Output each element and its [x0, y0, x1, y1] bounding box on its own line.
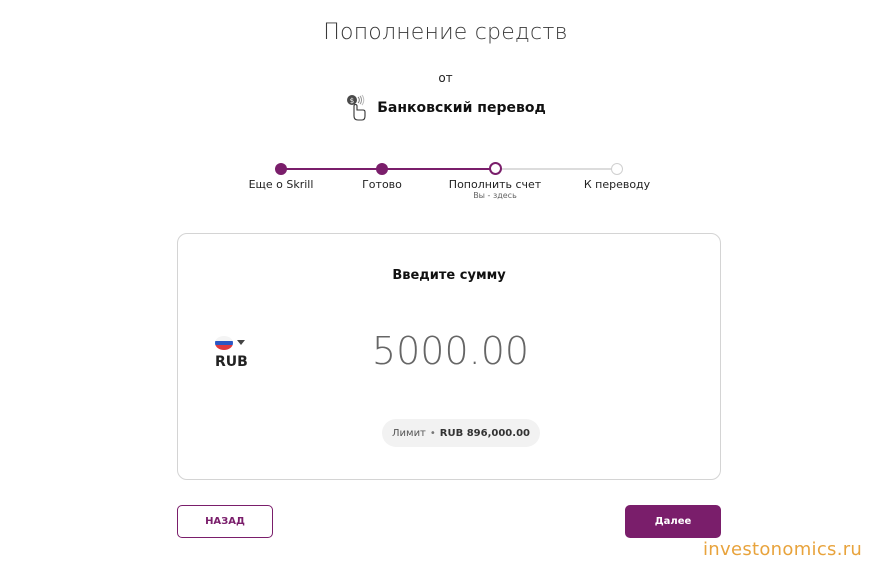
step-label-ready: Готово: [362, 178, 402, 191]
russia-flag-icon: [215, 336, 233, 350]
currency-code: RUB: [215, 354, 248, 370]
step-dot-2: [376, 163, 388, 175]
step-label-about-skrill: Еще о Skrill: [248, 178, 314, 191]
step-dot-4: [611, 163, 623, 175]
page-title: Пополнение средств: [323, 20, 568, 45]
step-label-top-up: Пополнить счет: [448, 178, 542, 191]
from-label: от: [438, 71, 453, 85]
card-title: Введите сумму: [392, 268, 506, 283]
limit-value: RUB 896,000.00: [439, 427, 530, 439]
limit-label: Лимит: [392, 427, 426, 439]
step-dot-1: [275, 163, 287, 175]
watermark: investonomics.ru: [703, 539, 863, 560]
payment-method: $ Банковский перевод: [0, 94, 891, 122]
payment-method-label: Банковский перевод: [377, 100, 546, 116]
step-dot-3: [489, 162, 502, 175]
step-label-to-transfer: К переводу: [583, 178, 651, 191]
amount-input[interactable]: [328, 329, 573, 373]
next-button[interactable]: Далее: [625, 505, 721, 538]
stepper-track-completed: [281, 168, 495, 170]
stepper-track-remaining: [495, 168, 617, 170]
back-button[interactable]: НАЗАД: [177, 505, 273, 538]
amount-card: Введите сумму RUB Лимит • RUB 896,000.00: [177, 233, 721, 480]
bank-transfer-hand-icon: $: [345, 94, 369, 122]
svg-text:$: $: [350, 97, 354, 105]
caret-down-icon: [237, 340, 245, 345]
limit-separator: •: [429, 427, 436, 439]
progress-stepper: Еще о Skrill Готово Пополнить счет Вы - …: [0, 160, 891, 210]
limit-badge: Лимит • RUB 896,000.00: [382, 419, 540, 447]
step-current-indicator: Вы - здесь: [473, 191, 517, 200]
